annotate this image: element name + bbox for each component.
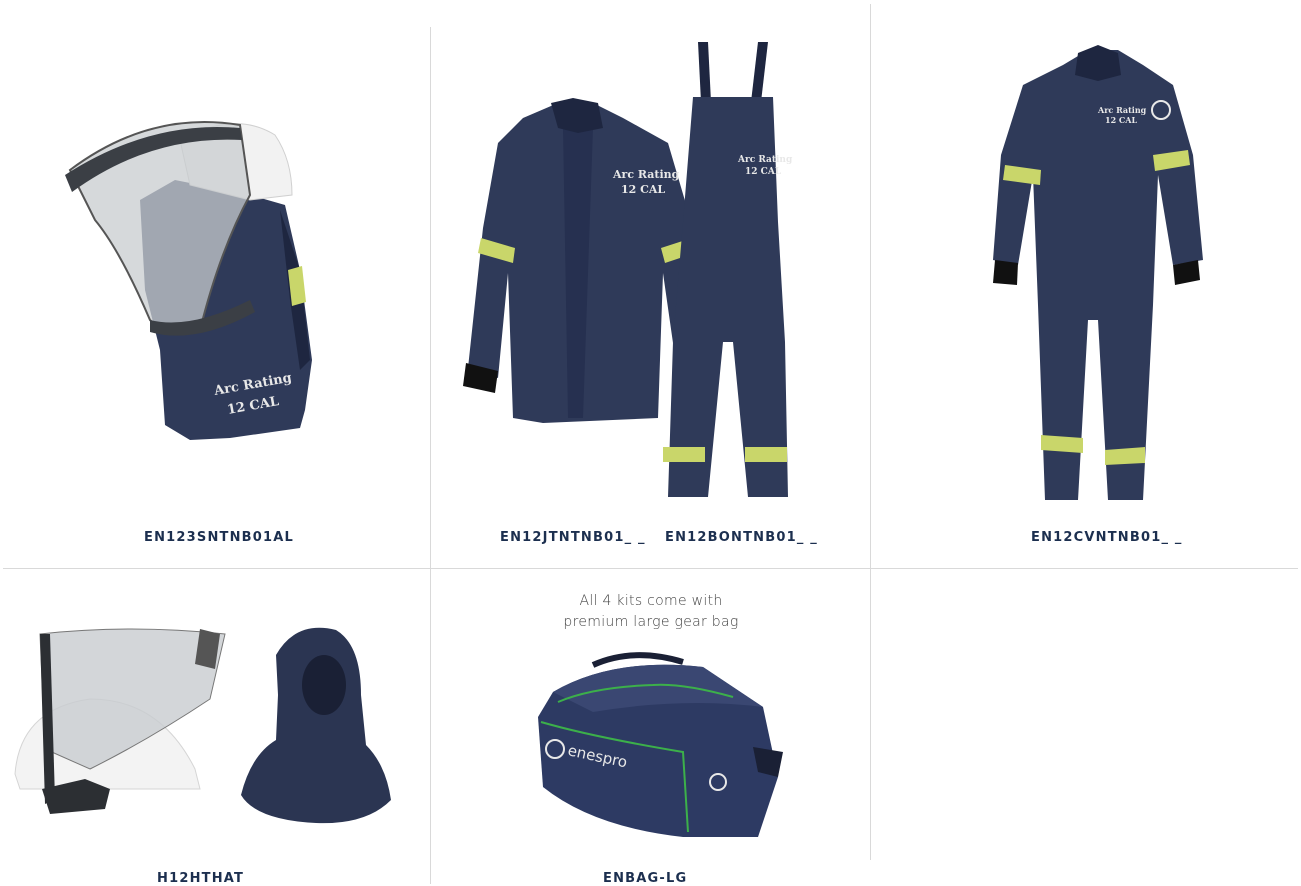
bag-caption: All 4 kits come with premium large gear … [501, 591, 801, 633]
coverall-label-line1: Arc Rating [1097, 105, 1147, 115]
bag-caption-line2: premium large gear bag [563, 614, 739, 630]
sku-jacket: EN12JTNTNB01_ _ [500, 530, 646, 545]
product-cell-hood-kit[interactable]: Arc Rating 12 CAL EN123SNTNB01AL [0, 0, 430, 568]
sku-hardhat: H12HTHAT [157, 871, 245, 886]
jacket-label-line2: 12 CAL [621, 183, 665, 196]
sku-gear-bag: ENBAG-LG [603, 871, 688, 886]
coverall-image: Arc Rating 12 CAL [993, 45, 1203, 500]
arc-hood-image: Arc Rating 12 CAL [65, 121, 312, 440]
gear-bag-image: enespro [538, 652, 783, 837]
coverall-label-line2: 12 CAL [1105, 115, 1137, 125]
hardhat-faceshield-image [14, 628, 226, 814]
product-cell-coverall[interactable]: Arc Rating 12 CAL EN12CVNTNB01_ _ [871, 0, 1301, 568]
sku-bib-overall: EN12BONTNB01_ _ [665, 530, 818, 545]
bib-overall-image: Arc Rating 12 CAL [663, 42, 793, 497]
product-cell-hardhat[interactable]: H12HTHAT [0, 569, 430, 886]
balaclava-image [241, 627, 391, 824]
sku-coverall: EN12CVNTNB01_ _ [1031, 530, 1183, 545]
bib-label-line2: 12 CAL [745, 167, 782, 177]
bib-label-line1: Arc Rating [737, 155, 793, 165]
bag-caption-line1: All 4 kits come with [579, 593, 723, 609]
product-cell-jacket-bib[interactable]: Arc Rating 12 CAL Arc Rating 12 CAL EN12… [431, 0, 870, 568]
product-cell-gear-bag[interactable]: All 4 kits come with premium large gear … [431, 569, 870, 886]
sku-hood-kit: EN123SNTNB01AL [144, 530, 295, 545]
